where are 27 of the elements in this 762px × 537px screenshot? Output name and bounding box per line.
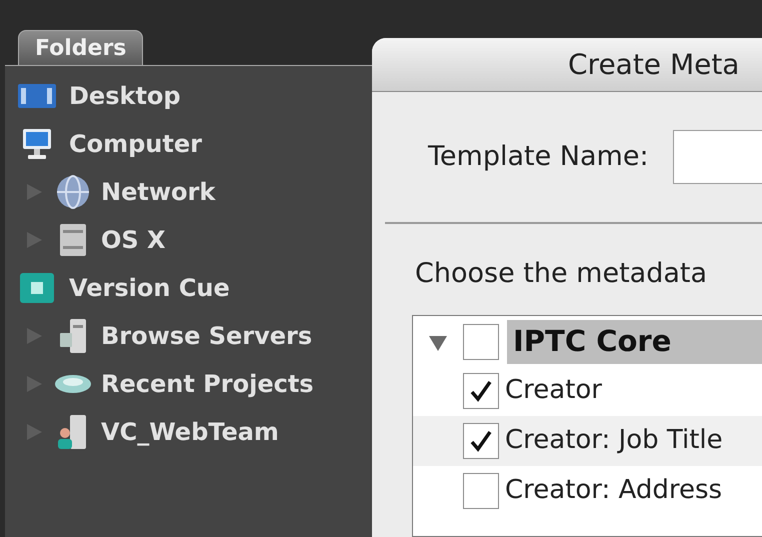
tree-item[interactable]: Desktop <box>69 78 181 114</box>
cube-icon <box>19 272 55 304</box>
drive-icon <box>58 222 88 258</box>
checkbox[interactable] <box>463 472 499 508</box>
tree-item[interactable]: Network <box>101 174 216 210</box>
folders-tab[interactable]: Folders <box>18 30 144 65</box>
desktop-icon <box>17 82 57 110</box>
tree-item[interactable]: Browse Servers <box>101 318 312 354</box>
tree-item[interactable]: OS X <box>101 222 166 258</box>
tree-item[interactable]: VC_WebTeam <box>101 414 279 450</box>
checkbox[interactable] <box>463 372 499 408</box>
monitor-icon <box>21 127 53 161</box>
metadata-item[interactable]: Creator: Address <box>505 471 722 510</box>
tree-item[interactable]: Recent Projects <box>101 366 314 402</box>
tree-item[interactable]: Computer <box>69 126 202 162</box>
checkbox[interactable] <box>463 324 499 360</box>
checkmark-icon <box>469 428 493 452</box>
group-header[interactable]: IPTC Core <box>507 320 762 364</box>
metadata-item[interactable]: Creator <box>505 371 602 410</box>
template-name-label: Template Name: <box>428 140 649 174</box>
checkmark-icon <box>469 378 493 402</box>
dialog-title: Create Meta <box>568 46 740 82</box>
tree-item[interactable]: Version Cue <box>69 270 230 306</box>
globe-icon <box>55 174 91 210</box>
instruction-text: Choose the metadata <box>415 258 708 289</box>
checkbox[interactable] <box>463 422 499 458</box>
tray-icon <box>53 372 93 396</box>
